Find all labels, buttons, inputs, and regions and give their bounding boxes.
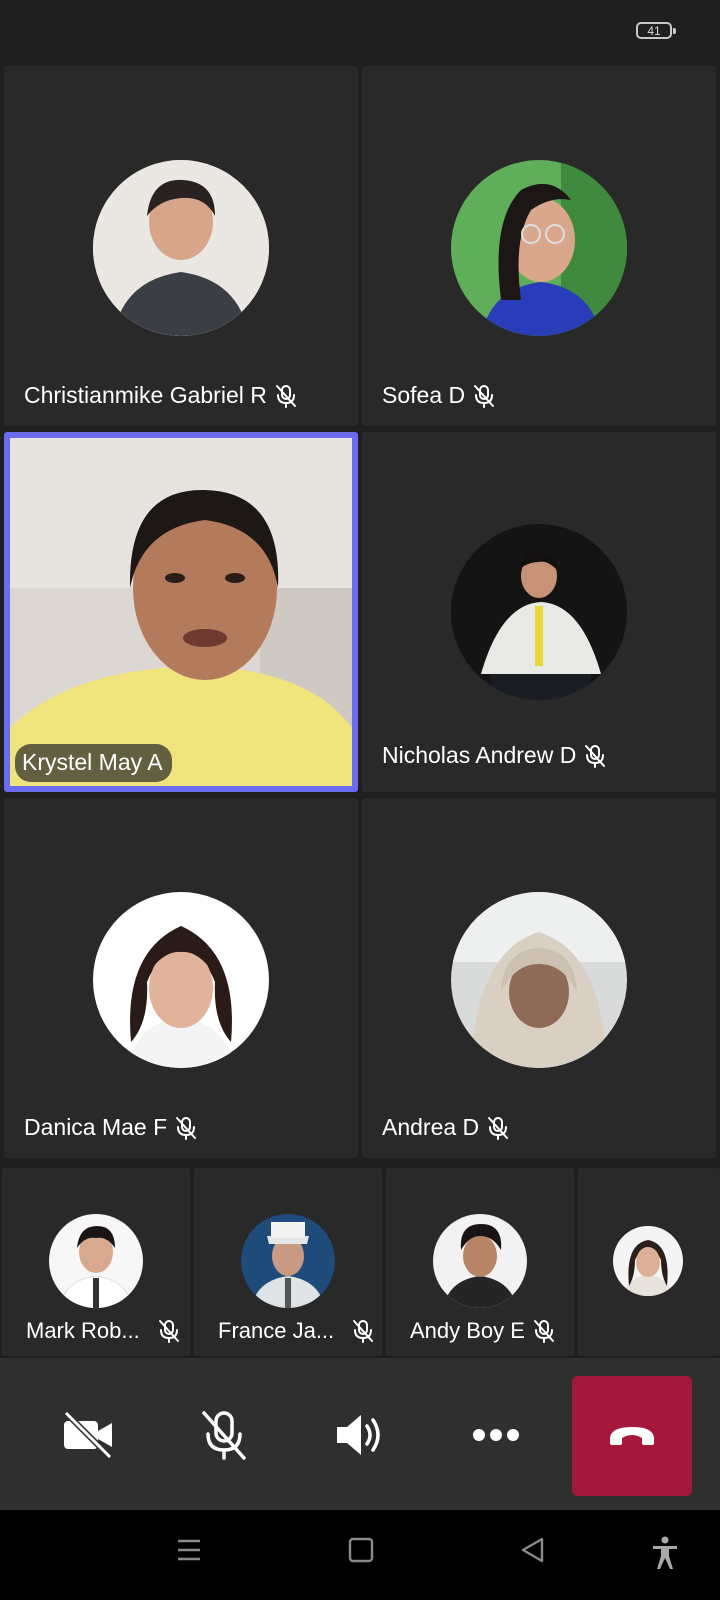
participant-tile-small[interactable]: France Ja... [194,1168,382,1356]
mic-muted-icon [488,1116,509,1140]
back-icon[interactable] [520,1536,546,1564]
mic-off-button[interactable] [176,1376,272,1494]
participant-name-row: Mark Rob... [26,1318,180,1344]
participant-name-row: France Ja... [218,1318,374,1344]
participant-tile[interactable]: Sofea D [362,66,716,426]
participant-name: Mark Rob... [26,1318,140,1343]
avatar [93,892,269,1068]
home-icon[interactable] [348,1536,374,1564]
avatar [451,892,627,1068]
participant-name-label: Krystel May A [15,744,172,782]
more-icon [473,1429,519,1441]
participant-name-row: Andrea D [382,1114,509,1141]
avatar [451,524,627,700]
camera-off-icon [63,1411,113,1459]
participant-video: Krystel May A [10,438,352,786]
end-call-button[interactable] [572,1376,692,1496]
avatar [613,1226,683,1296]
participant-tile[interactable]: Nicholas Andrew D [362,432,716,792]
mic-muted-icon [474,384,495,408]
participant-name-row: Andy Boy E [410,1318,555,1344]
participant-tile[interactable]: Christianmike Gabriel R [4,66,358,426]
speaker-icon [337,1415,380,1455]
participant-tile-small[interactable] [578,1168,720,1356]
avatar [433,1214,527,1308]
participant-name-row: Nicholas Andrew D [382,742,606,769]
participant-name-row: Danica Mae F [24,1114,197,1141]
battery-level: 41 [647,23,661,38]
mic-off-icon [202,1411,246,1460]
avatar [241,1214,335,1308]
participant-tile[interactable]: Danica Mae F [4,798,358,1158]
participant-name: France Ja... [218,1318,335,1343]
participant-tile-small[interactable]: Andy Boy E [386,1168,574,1356]
mic-muted-icon [176,1116,197,1140]
status-bar: 41 [0,0,720,62]
more-options-button[interactable] [448,1376,544,1494]
participant-name: Sofea D [382,382,466,408]
accessibility-icon[interactable] [652,1536,678,1570]
participant-name-row: Christianmike Gabriel R [24,382,297,409]
participant-name: Andy Boy E [410,1318,525,1343]
participant-tile-small[interactable]: Mark Rob... [2,1168,190,1356]
avatar [49,1214,143,1308]
speaker-button[interactable] [312,1376,408,1494]
participant-name: Andrea D [382,1114,480,1140]
mic-muted-icon [275,384,296,408]
hang-up-icon [610,1427,654,1445]
battery-indicator: 41 [636,22,676,39]
participant-name: Christianmike Gabriel R [24,382,267,408]
avatar [93,160,269,336]
participant-name-row: Sofea D [382,382,495,409]
participant-tile-active-speaker[interactable]: Krystel May A [4,432,358,792]
mic-muted-icon [353,1320,374,1343]
avatar [451,160,627,336]
mic-muted-icon [158,1320,179,1343]
recent-apps-icon[interactable] [176,1536,202,1564]
camera-off-button[interactable] [40,1376,136,1494]
participant-tile[interactable]: Andrea D [362,798,716,1158]
participant-name: Nicholas Andrew D [382,742,577,768]
participant-name: Krystel May A [22,749,163,775]
participant-name: Danica Mae F [24,1114,168,1140]
mic-muted-icon [585,744,606,768]
mic-muted-icon [533,1320,554,1343]
